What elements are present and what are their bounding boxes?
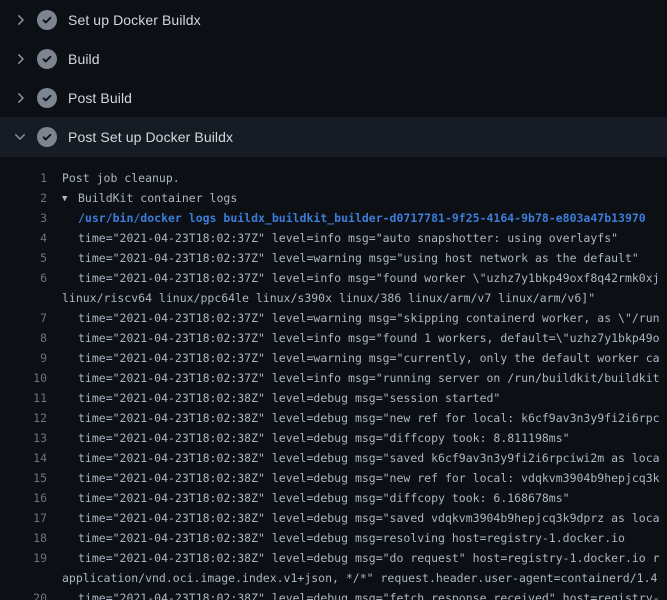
log-line: 8 time="2021-04-23T18:02:37Z" level=info … [0, 328, 667, 348]
command-text: /usr/bin/docker logs buildx_buildkit_bui… [78, 208, 646, 228]
log-text: time="2021-04-23T18:02:38Z" level=debug … [78, 448, 660, 468]
log-line: 11 time="2021-04-23T18:02:38Z" level=debu… [0, 388, 667, 408]
line-number[interactable]: 1 [0, 168, 47, 188]
step-label: Set up Docker Buildx [68, 12, 201, 28]
line-number[interactable]: 6 [0, 268, 47, 288]
log-line: 12 time="2021-04-23T18:02:38Z" level=debu… [0, 408, 667, 428]
log-text: time="2021-04-23T18:02:38Z" level=debug … [78, 468, 660, 488]
log-text: time="2021-04-23T18:02:38Z" level=debug … [78, 508, 660, 528]
log-panel: 1 Post job cleanup. 2 ▼BuildKit container l… [0, 158, 667, 600]
log-line: 16 time="2021-04-23T18:02:38Z" level=debu… [0, 488, 667, 508]
line-number[interactable]: 14 [0, 448, 47, 468]
log-line: 7 time="2021-04-23T18:02:37Z" level=warni… [0, 308, 667, 328]
log-text: time="2021-04-23T18:02:38Z" level=debug … [78, 388, 500, 408]
check-circle-icon [37, 127, 57, 147]
line-number[interactable]: 2 [0, 188, 47, 208]
check-circle-icon [37, 88, 57, 108]
line-number [0, 568, 47, 588]
log-text: time="2021-04-23T18:02:37Z" level=info m… [78, 268, 660, 288]
line-number[interactable]: 11 [0, 388, 47, 408]
group-title: BuildKit container logs [78, 191, 237, 205]
log-text: ▼BuildKit container logs [62, 188, 237, 208]
log-line: 13 time="2021-04-23T18:02:38Z" level=debu… [0, 428, 667, 448]
log-line: 5 time="2021-04-23T18:02:37Z" level=warni… [0, 248, 667, 268]
log-text: time="2021-04-23T18:02:37Z" level=warnin… [78, 308, 660, 328]
line-number[interactable]: 16 [0, 488, 47, 508]
line-number[interactable]: 10 [0, 368, 47, 388]
step-label: Post Set up Docker Buildx [68, 129, 233, 145]
log-text: Post job cleanup. [62, 168, 180, 188]
line-number[interactable]: 13 [0, 428, 47, 448]
line-number[interactable]: 8 [0, 328, 47, 348]
log-text: time="2021-04-23T18:02:38Z" level=debug … [78, 588, 660, 600]
line-number[interactable]: 15 [0, 468, 47, 488]
log-line: 14 time="2021-04-23T18:02:38Z" level=debu… [0, 448, 667, 468]
log-line: 15 time="2021-04-23T18:02:38Z" level=debu… [0, 468, 667, 488]
step-row-post-set-up-docker-buildx[interactable]: Post Set up Docker Buildx [0, 117, 667, 157]
log-line: 4 time="2021-04-23T18:02:37Z" level=info … [0, 228, 667, 248]
check-circle-icon [37, 49, 57, 69]
log-line-wrap: linux/riscv64 linux/ppc64le linux/s390x … [0, 288, 667, 308]
log-line: 1 Post job cleanup. [0, 168, 667, 188]
actions-log-viewer: Set up Docker Buildx Build Post Build Post … [0, 0, 667, 600]
line-number [0, 288, 47, 308]
line-number[interactable]: 9 [0, 348, 47, 368]
line-number[interactable]: 18 [0, 528, 47, 548]
log-text: time="2021-04-23T18:02:38Z" level=debug … [78, 528, 625, 548]
log-line: 19 time="2021-04-23T18:02:38Z" level=debu… [0, 548, 667, 568]
log-text: time="2021-04-23T18:02:38Z" level=debug … [78, 408, 660, 428]
step-list: Set up Docker Buildx Build Post Build Post … [0, 0, 667, 157]
line-number[interactable]: 7 [0, 308, 47, 328]
log-text: time="2021-04-23T18:02:38Z" level=debug … [78, 428, 570, 448]
log-line: 10 time="2021-04-23T18:02:37Z" level=info… [0, 368, 667, 388]
line-number[interactable]: 20 [0, 588, 47, 600]
line-number[interactable]: 17 [0, 508, 47, 528]
step-row-post-build[interactable]: Post Build [0, 78, 667, 117]
step-label: Build [68, 51, 100, 67]
log-line: 9 time="2021-04-23T18:02:37Z" level=warni… [0, 348, 667, 368]
log-text: time="2021-04-23T18:02:37Z" level=info m… [78, 328, 660, 348]
chevron-down-icon[interactable] [12, 129, 28, 145]
chevron-right-icon[interactable] [12, 90, 28, 106]
check-circle-icon [37, 10, 57, 30]
log-text: linux/riscv64 linux/ppc64le linux/s390x … [62, 288, 595, 308]
log-text: time="2021-04-23T18:02:37Z" level=warnin… [78, 348, 660, 368]
step-row-build[interactable]: Build [0, 39, 667, 78]
log-line: 18 time="2021-04-23T18:02:38Z" level=debu… [0, 528, 667, 548]
chevron-right-icon[interactable] [12, 12, 28, 28]
log-text: time="2021-04-23T18:02:37Z" level=info m… [78, 368, 660, 388]
line-number[interactable]: 19 [0, 548, 47, 568]
log-line: 20 time="2021-04-23T18:02:38Z" level=debu… [0, 588, 667, 600]
line-number[interactable]: 4 [0, 228, 47, 248]
group-expanded-triangle-icon[interactable]: ▼ [62, 189, 78, 209]
log-line-wrap: application/vnd.oci.image.index.v1+json,… [0, 568, 667, 588]
line-number[interactable]: 12 [0, 408, 47, 428]
log-line: 3/usr/bin/docker logs buildx_buildkit_bu… [0, 208, 667, 228]
log-text: time="2021-04-23T18:02:37Z" level=info m… [78, 228, 618, 248]
chevron-right-icon[interactable] [12, 51, 28, 67]
log-text: time="2021-04-23T18:02:37Z" level=warnin… [78, 248, 639, 268]
step-label: Post Build [68, 90, 132, 106]
step-row-set-up-docker-buildx[interactable]: Set up Docker Buildx [0, 0, 667, 39]
log-line: 6 time="2021-04-23T18:02:37Z" level=info … [0, 268, 667, 288]
line-number[interactable]: 3 [0, 208, 47, 228]
log-text: application/vnd.oci.image.index.v1+json,… [62, 568, 657, 588]
line-number[interactable]: 5 [0, 248, 47, 268]
log-text: time="2021-04-23T18:02:38Z" level=debug … [78, 548, 660, 568]
log-line: 17 time="2021-04-23T18:02:38Z" level=debu… [0, 508, 667, 528]
log-text: time="2021-04-23T18:02:38Z" level=debug … [78, 488, 570, 508]
log-line[interactable]: 2 ▼BuildKit container logs [0, 188, 667, 208]
